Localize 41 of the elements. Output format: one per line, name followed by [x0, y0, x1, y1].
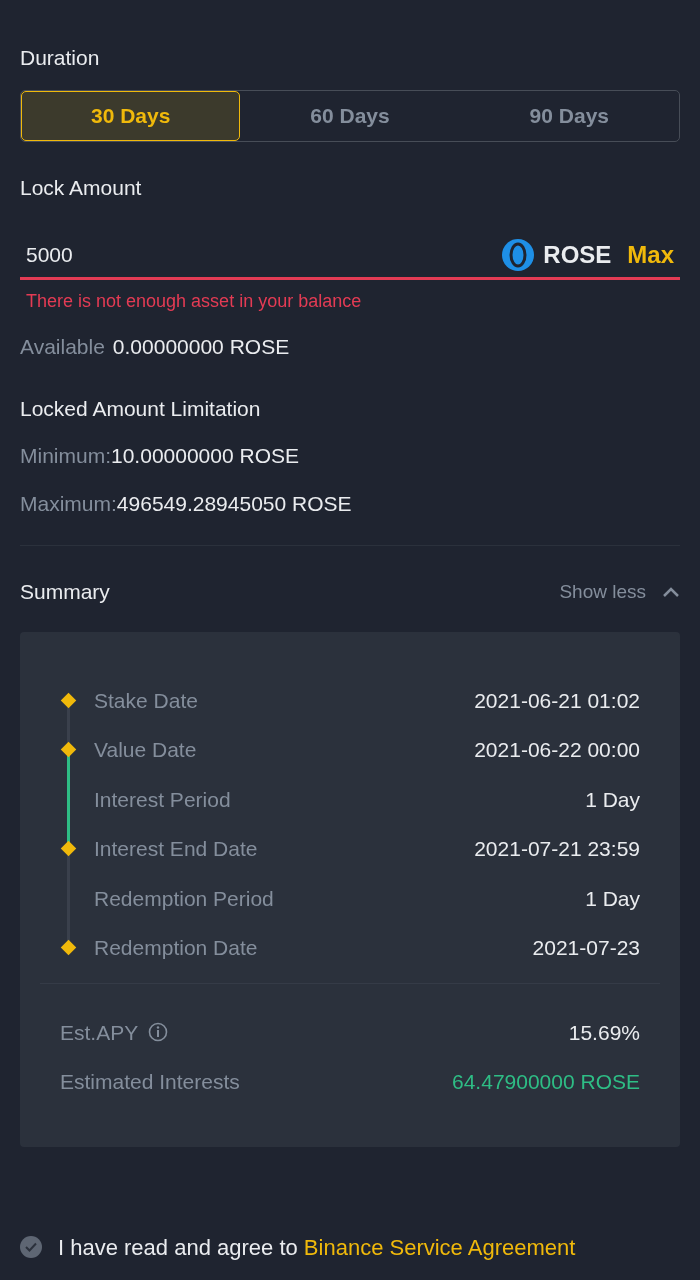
duration-tab[interactable]: 90 Days — [459, 90, 679, 141]
duration-tab[interactable]: 30 Days — [21, 90, 241, 141]
timeline-value: 2021-07-21 23:59 — [474, 836, 640, 862]
section-label: Lock Amount — [20, 174, 143, 201]
check-icon — [25, 1242, 37, 1252]
error-message: There is not enough asset in your balance — [26, 290, 363, 313]
section-title: Summary — [20, 579, 110, 605]
timeline-label: Redemption Period — [94, 885, 274, 912]
timeline-value: 1 Day — [585, 786, 640, 813]
stat-label: Estimated Interests — [60, 1069, 240, 1095]
chevron-up-icon — [662, 585, 680, 598]
timeline-value: 2021-07-23 — [532, 935, 640, 961]
agree-checkbox[interactable] — [20, 1236, 42, 1258]
agreement-text: I have read and agree to Binance Service Agreement — [58, 1233, 576, 1262]
limit-value: 10.00000000 ROSE — [111, 443, 299, 469]
timeline-label: Interest Period — [94, 786, 231, 813]
stat-value: 64.47900000 ROSE — [452, 1069, 640, 1095]
stat-value: 15.69% — [568, 1019, 640, 1046]
section-label: Duration — [20, 45, 101, 71]
max-link[interactable]: Max — [627, 237, 674, 273]
agreement-link[interactable]: Binance Service Agreement — [303, 1234, 576, 1260]
info-icon[interactable] — [148, 1022, 169, 1043]
amount-field[interactable]: 5000 ROSE Max — [20, 237, 680, 280]
timeline-label: Interest End Date — [94, 836, 258, 862]
show-less-toggle[interactable]: Show less — [559, 577, 680, 606]
coin-icon — [501, 238, 536, 272]
asset-label: ROSE — [543, 240, 612, 270]
timeline-label: Stake Date — [94, 687, 198, 714]
limit-value: 496549.28945050 ROSE — [116, 490, 352, 517]
available-value: 0.00000000 ROSE — [112, 334, 290, 360]
timeline-value: 1 Day — [585, 885, 640, 912]
limit-label: Minimum: — [20, 443, 111, 469]
duration-tab[interactable]: 60 Days — [240, 90, 460, 141]
stat-label: Est.APY — [60, 1019, 139, 1046]
timeline-label: Value Date — [94, 737, 197, 763]
limit-label: Maximum: — [20, 490, 117, 517]
section-label: Locked Amount Limitation — [20, 395, 262, 422]
timeline-value: 2021-06-22 00:00 — [474, 737, 640, 763]
timeline-label: Redemption Date — [94, 935, 258, 961]
timeline-value: 2021-06-21 01:02 — [474, 687, 640, 714]
available-label: Available — [20, 334, 105, 360]
